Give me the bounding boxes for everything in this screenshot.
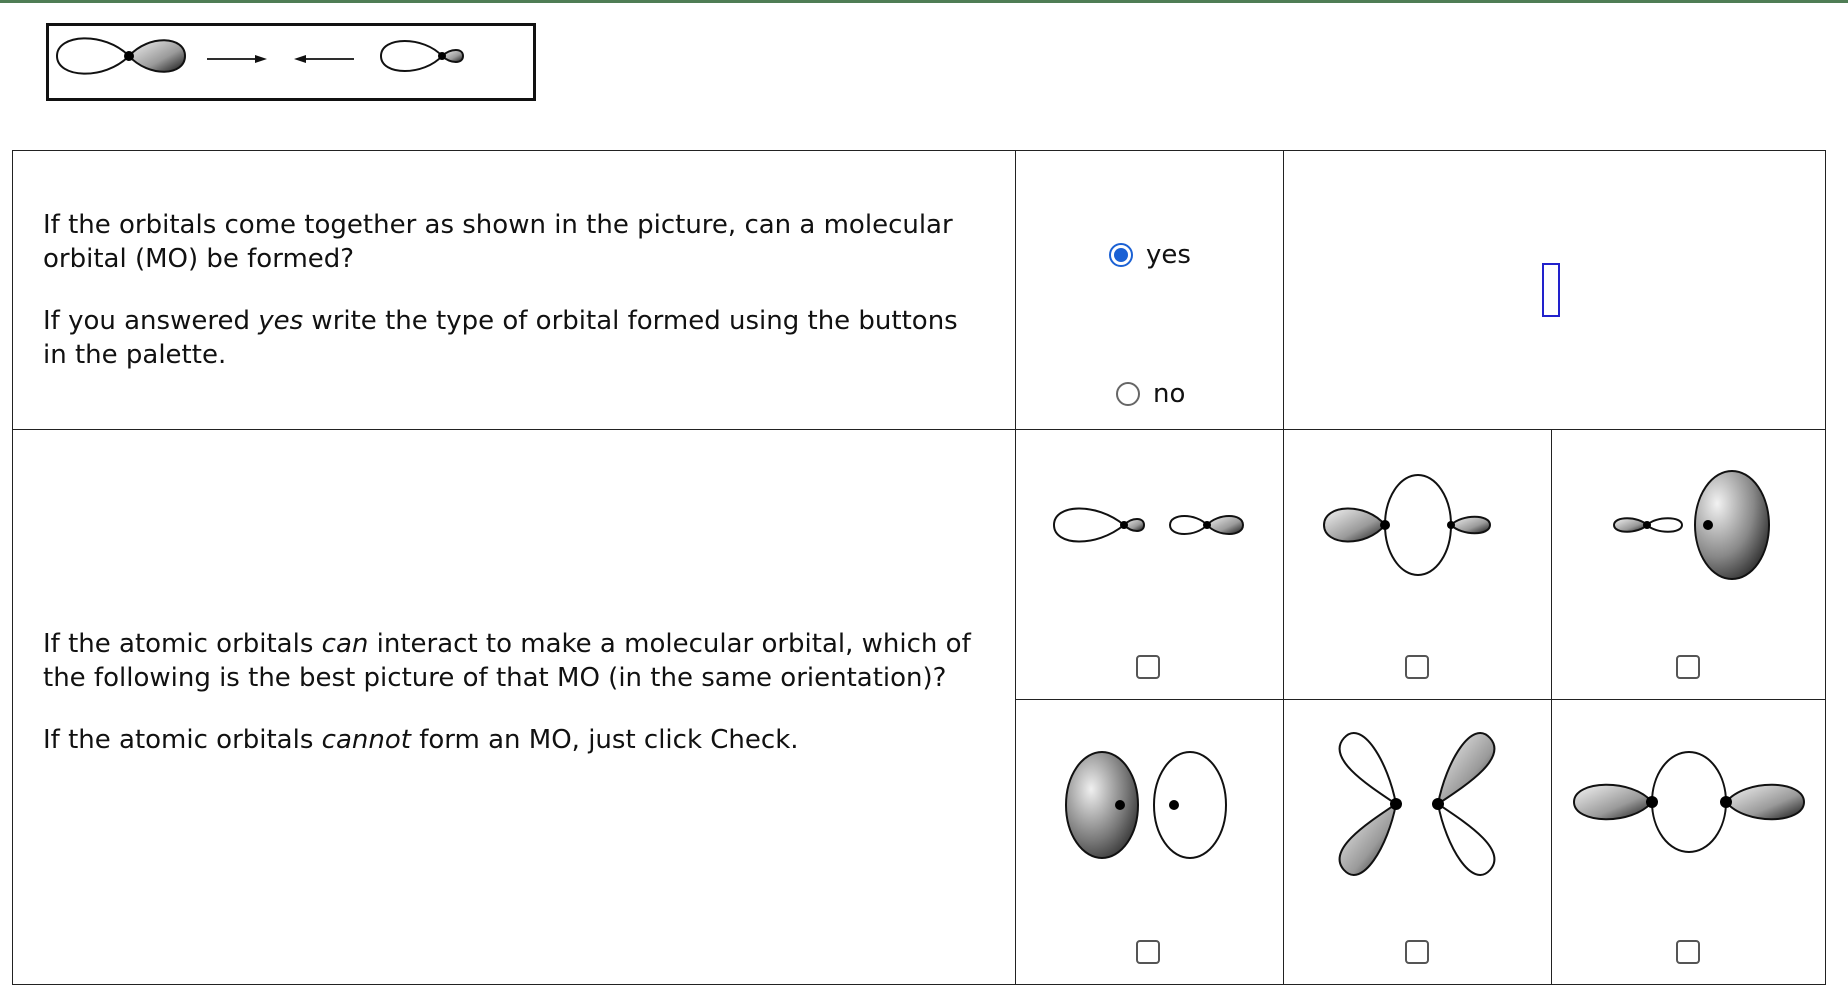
choice-checkbox-5[interactable] (1405, 940, 1429, 964)
top-accent-bar (0, 0, 1848, 3)
choice-cell-5 (1283, 699, 1552, 985)
choice-checkbox-2[interactable] (1405, 655, 1429, 679)
choice-cell-1 (1015, 429, 1284, 700)
radio-yes-label: yes (1146, 240, 1191, 270)
radio-no-label: no (1153, 379, 1186, 409)
choice-cell-4 (1015, 699, 1284, 985)
radio-yes-option[interactable]: yes (1109, 240, 1191, 270)
question1-radio-cell: yes no (1015, 150, 1284, 430)
radio-yes[interactable] (1109, 243, 1133, 267)
question2-prompt: If the atomic orbitals can interact to m… (43, 629, 971, 693)
question1-text: If the orbitals come together as shown i… (13, 151, 1015, 372)
question2-text-cell: If the atomic orbitals can interact to m… (12, 429, 1016, 985)
choice-checkbox-4[interactable] (1136, 940, 1160, 964)
choice-checkbox-1[interactable] (1136, 655, 1160, 679)
question1-instruction: If you answered yes write the type of or… (43, 306, 958, 370)
question2-text: If the atomic orbitals can interact to m… (13, 430, 1015, 757)
mo-type-answer-input[interactable] (1542, 263, 1560, 317)
question-table: If the orbitals come together as shown i… (12, 150, 1826, 985)
radio-no[interactable] (1116, 382, 1140, 406)
radio-no-option[interactable]: no (1116, 379, 1185, 409)
question1-answer-cell (1283, 150, 1826, 430)
choice-cell-3 (1551, 429, 1826, 700)
choice-cell-6 (1551, 699, 1826, 985)
question2-instruction: If the atomic orbitals cannot form an MO… (43, 725, 799, 755)
question1-text-cell: If the orbitals come together as shown i… (12, 150, 1016, 430)
orbital-approach-icon (55, 37, 465, 75)
choice-cell-2 (1283, 429, 1552, 700)
question1-prompt: If the orbitals come together as shown i… (43, 210, 953, 274)
orbital-approach-diagram (46, 23, 536, 101)
choice-checkbox-3[interactable] (1676, 655, 1700, 679)
choice-checkbox-6[interactable] (1676, 940, 1700, 964)
